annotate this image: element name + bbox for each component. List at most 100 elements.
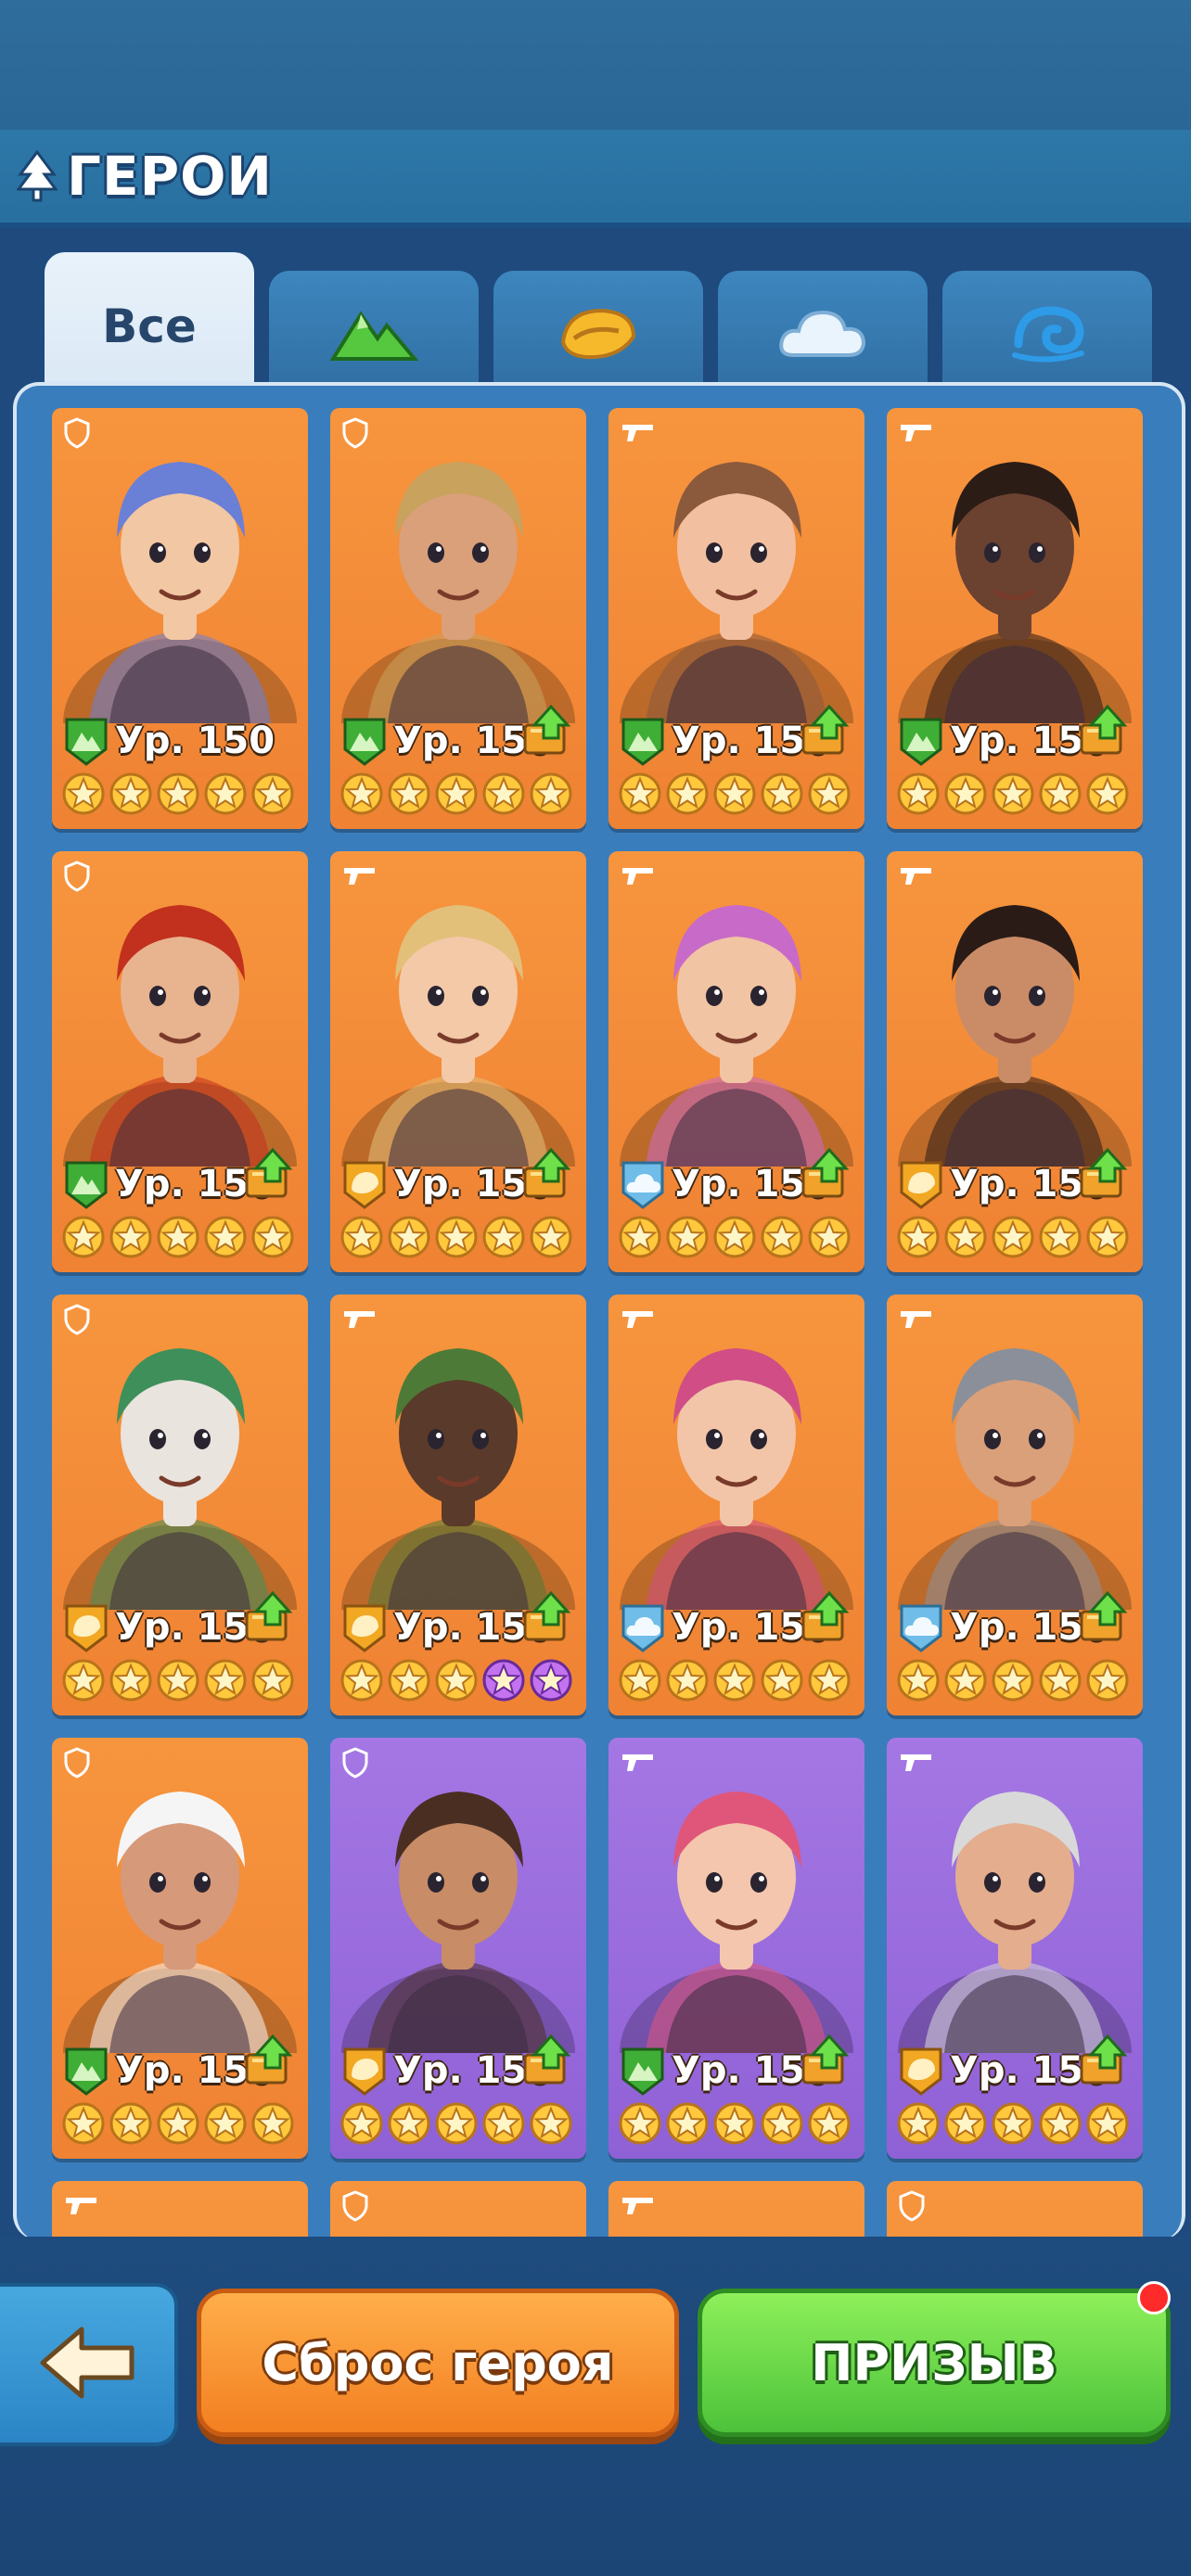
tab-mountain[interactable] (269, 271, 479, 401)
star-icon (712, 772, 757, 816)
hero-card[interactable]: Ур. 150 (608, 851, 864, 1272)
star-rating (896, 772, 1130, 816)
hero-portrait (52, 1294, 308, 1695)
star-rating (896, 1658, 1130, 1702)
star-icon (760, 1658, 804, 1702)
mountain-element-icon (898, 716, 944, 766)
back-button[interactable] (0, 2283, 178, 2446)
upgrade-arrow-icon[interactable] (243, 1589, 295, 1649)
upgrade-arrow-icon[interactable] (800, 2033, 852, 2092)
reset-hero-button[interactable]: Сброс героя (197, 2289, 679, 2437)
top-background (0, 0, 1191, 130)
hero-card[interactable]: Ур. 150 (52, 851, 308, 1272)
gun-class-icon (898, 1747, 935, 1779)
star-icon (943, 772, 988, 816)
hero-card[interactable]: Ур. 150 (887, 1738, 1143, 2159)
hero-card[interactable] (608, 2181, 864, 2240)
hero-card[interactable]: Ур. 150 (52, 408, 308, 829)
hero-card[interactable]: Ур. 150 (887, 408, 1143, 829)
summon-label: ПРИЗЫВ (811, 2333, 1057, 2392)
star-icon (712, 2101, 757, 2146)
star-rating (61, 2101, 295, 2146)
tab-cloud[interactable] (718, 271, 928, 401)
tab-wave[interactable] (942, 271, 1152, 401)
mountain-element-icon (63, 2046, 109, 2096)
hero-card[interactable]: Ур. 150 (52, 1294, 308, 1715)
star-icon (1038, 1215, 1082, 1259)
upgrade-arrow-icon[interactable] (1078, 1589, 1130, 1649)
heroes-panel: Ур. 150 Ур. 150 Ур. 150 Ур. 150 Ур. 150 Ур. 1… (13, 382, 1185, 2240)
hero-level-row: Ур. 150 (898, 2034, 1135, 2098)
hero-card[interactable]: Ур. 150 (887, 1294, 1143, 1715)
hero-level-row: Ур. 150 (63, 2034, 301, 2098)
sun-element-icon (341, 1159, 388, 1209)
star-icon (339, 2101, 384, 2146)
star-icon (760, 772, 804, 816)
hero-level-row: Ур. 150 (63, 1147, 301, 1211)
hero-card[interactable]: Ур. 150 (52, 1738, 308, 2159)
hero-card[interactable]: Ур. 150 (887, 851, 1143, 1272)
star-icon (250, 1658, 295, 1702)
upgrade-arrow-icon[interactable] (1078, 1146, 1130, 1205)
star-icon (109, 1658, 153, 1702)
hero-level-row: Ур. 150 (898, 704, 1135, 768)
star-icon (807, 2101, 852, 2146)
summon-button[interactable]: ПРИЗЫВ (698, 2289, 1171, 2437)
star-rating (896, 1215, 1130, 1259)
star-icon (991, 1658, 1035, 1702)
hero-level-row: Ур. 150 (341, 2034, 579, 2098)
hero-card[interactable]: Ур. 150 (608, 408, 864, 829)
mountain-element-icon (620, 716, 666, 766)
hero-card[interactable] (887, 2181, 1143, 2240)
star-icon (712, 1215, 757, 1259)
shield-class-icon (898, 2190, 926, 2225)
upgrade-arrow-icon[interactable] (521, 703, 573, 762)
star-icon (203, 1658, 248, 1702)
upgrade-arrow-icon[interactable] (800, 703, 852, 762)
hero-portrait (887, 851, 1143, 1252)
star-icon (896, 2101, 941, 2146)
hero-card[interactable] (52, 2181, 308, 2240)
upgrade-arrow-icon[interactable] (1078, 703, 1130, 762)
hero-card[interactable]: Ур. 150 (608, 1738, 864, 2159)
hero-portrait (887, 408, 1143, 809)
star-icon (1085, 772, 1130, 816)
tab-sun[interactable] (493, 271, 703, 401)
upgrade-arrow-icon[interactable] (800, 1589, 852, 1649)
upgrade-arrow-icon[interactable] (521, 1146, 573, 1205)
hero-portrait (330, 408, 586, 809)
star-icon (760, 2101, 804, 2146)
upgrade-arrow-icon[interactable] (243, 1146, 295, 1205)
upgrade-arrow-icon[interactable] (521, 1589, 573, 1649)
hero-card[interactable]: Ур. 150 (330, 851, 586, 1272)
star-icon (529, 1215, 573, 1259)
star-icon (434, 1215, 479, 1259)
shield-class-icon (341, 417, 369, 453)
upgrade-arrow-icon[interactable] (521, 2033, 573, 2092)
star-icon (618, 1658, 662, 1702)
mountain-element-icon (63, 1159, 109, 1209)
gun-class-icon (620, 1304, 657, 1335)
cloud-element-icon (898, 1602, 944, 1652)
hero-level-row: Ур. 150 (898, 1147, 1135, 1211)
hero-card[interactable] (330, 2181, 586, 2240)
star-icon (1038, 2101, 1082, 2146)
tab-all[interactable]: Все (45, 252, 254, 401)
gun-class-icon (898, 861, 935, 892)
hero-card[interactable]: Ур. 150 (608, 1294, 864, 1715)
sun-element-icon (341, 2046, 388, 2096)
upgrade-arrow-icon[interactable] (243, 2033, 295, 2092)
hero-card[interactable]: Ур. 150 (330, 1738, 586, 2159)
star-icon (807, 1215, 852, 1259)
cloud-element-icon (620, 1159, 666, 1209)
hero-card[interactable]: Ур. 150 (330, 408, 586, 829)
hero-card[interactable]: Ур. 150 (330, 1294, 586, 1715)
star-icon (943, 1215, 988, 1259)
wave-element-icon (1005, 301, 1089, 370)
upgrade-arrow-icon[interactable] (800, 1146, 852, 1205)
tab-all-label: Все (102, 300, 197, 353)
back-arrow-icon (37, 2324, 137, 2405)
shield-class-icon (63, 1304, 91, 1339)
upgrade-arrow-icon[interactable] (1078, 2033, 1130, 2092)
star-icon (1038, 1658, 1082, 1702)
